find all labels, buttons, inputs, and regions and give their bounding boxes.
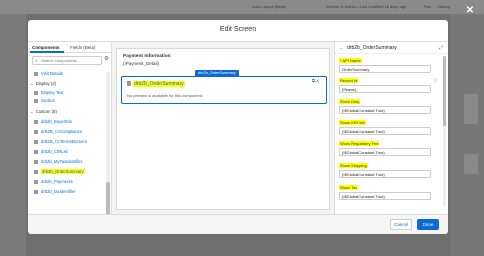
app-right-canvas	[450, 14, 484, 256]
component-label: drb2b_OrderSummary	[41, 169, 85, 174]
show-regulatory-fee-input[interactable]: {!$GlobalConstant.True}	[339, 148, 431, 156]
component-label: Visit Details	[41, 71, 63, 76]
group-custom[interactable]: ⌄ Custom (8)	[30, 109, 57, 115]
properties-panel: ← drb2b_OrderSummary ⤢ * API Name OrderS…	[334, 42, 448, 214]
component-label: drb2b_taxIdentifier	[41, 189, 76, 194]
component-icon	[34, 149, 38, 154]
modal-footer: Cancel Done	[28, 214, 448, 234]
show-tax-input[interactable]: {!$GlobalConstant.True}	[339, 192, 431, 200]
components-panel: Components Fields (Beta) ⌕ Search compon…	[28, 42, 112, 234]
chevron-down-icon: ⌄	[30, 81, 34, 86]
tab-fields[interactable]: Fields (Beta)	[70, 45, 96, 50]
group-label: Custom (8)	[35, 109, 57, 114]
component-label: drb2b_BuyerInfo	[41, 119, 72, 124]
app-toolbar: Auto-Layout (Beta) Version 5: Active—Las…	[0, 0, 484, 14]
component-label: Display Text	[41, 90, 64, 95]
component-label: drb2b_Payments	[41, 179, 73, 184]
component-item[interactable]: drB2B_CcCompliance	[34, 129, 82, 134]
component-icon	[127, 81, 131, 86]
component-item[interactable]: drb2b_CtRList	[34, 149, 68, 154]
component-label: drb2b_MyTaxIdentifier	[41, 159, 83, 164]
panel-tabs: Components Fields (Beta)	[28, 42, 112, 53]
search-input[interactable]: ⌕ Search components...	[32, 56, 102, 65]
selected-component[interactable]: drb2b_OrderSummary ⧉ ✕ No preview is ava…	[121, 76, 327, 104]
flow-element	[464, 154, 478, 174]
field-label-record-id: Record Id	[339, 78, 359, 83]
list-scrollbar[interactable]	[106, 72, 110, 222]
properties-header: ← drb2b_OrderSummary ⤢	[335, 42, 448, 54]
done-button[interactable]: Done	[417, 219, 439, 230]
tab-components[interactable]: Components	[32, 45, 60, 50]
show-duty-input[interactable]: {!$GlobalConstant.True}	[339, 106, 431, 114]
component-item[interactable]: drb2b_BuyerInfo	[34, 119, 72, 124]
component-item[interactable]: drB2B_CcTermsElement	[34, 139, 87, 144]
group-display[interactable]: ⌄ Display (2)	[30, 81, 56, 87]
chevron-down-icon: ⌄	[30, 109, 34, 114]
component-icon	[34, 189, 38, 194]
group-label: Display (2)	[35, 81, 57, 86]
app-left-sidebar	[0, 14, 26, 256]
back-arrow-icon[interactable]: ←	[339, 45, 344, 51]
preview-text: No preview is available for this compone…	[127, 93, 204, 98]
expand-icon[interactable]: ⤢	[439, 45, 443, 51]
component-label: drB2B_CcTermsElement	[41, 139, 87, 144]
run-button[interactable]: Run	[424, 4, 431, 9]
field-label-api-name: * API Name	[339, 58, 362, 63]
field-label-show-regulatory-fee: Show Regulatory Fee	[339, 141, 380, 146]
component-icon	[34, 98, 38, 103]
active-tab-indicator	[30, 51, 64, 53]
component-icon	[34, 71, 38, 76]
properties-scrollbar[interactable]	[443, 56, 446, 206]
component-label: drB2B_CcCompliance	[41, 129, 83, 134]
component-icon	[34, 159, 38, 164]
component-icon	[34, 129, 38, 134]
field-label-show-duty: Show Duty	[339, 99, 361, 104]
edit-screen-modal: Edit Screen Components Fields (Beta) ⌕ S…	[28, 20, 448, 234]
version-status: Version 5: Active—Last modified 16 days …	[326, 4, 407, 9]
section-title: Payment Information	[123, 54, 171, 59]
component-actions-icon[interactable]: ⧉ ✕	[312, 78, 319, 83]
screen-section[interactable]: Payment Information {!Payment_Detail} dr…	[116, 48, 330, 210]
cancel-button[interactable]: Cancel	[390, 219, 412, 230]
field-label-show-tax: Show Tax	[339, 185, 359, 190]
info-icon[interactable]: ⓘ	[433, 78, 438, 84]
debug-button[interactable]: Debug	[438, 4, 450, 9]
properties-title: drb2b_OrderSummary	[347, 45, 397, 51]
component-icon	[34, 90, 38, 95]
close-icon[interactable]: ✕	[465, 6, 475, 16]
modal-header: Edit Screen	[28, 20, 448, 42]
api-name-input[interactable]: OrderSummary	[339, 65, 431, 73]
field-label-show-ior-fee: Show IOR fee	[339, 120, 366, 125]
component-item-display-text[interactable]: Display Text	[34, 90, 64, 95]
show-ior-fee-input[interactable]: {!$GlobalConstant.True}	[339, 127, 431, 135]
flow-element	[464, 94, 478, 124]
component-icon	[34, 119, 38, 124]
show-shipping-input[interactable]: {!$GlobalConstant.True}	[339, 170, 431, 178]
modal-title: Edit Screen	[219, 26, 257, 33]
section-api-name: {!Payment_Detail}	[123, 61, 160, 66]
component-label: drb2b_CtRList	[41, 149, 68, 154]
component-item-visit-details[interactable]: Visit Details	[34, 71, 63, 76]
component-icon	[34, 179, 38, 184]
component-item-order-summary[interactable]: drb2b_OrderSummary	[34, 169, 85, 174]
component-item[interactable]: drb2b_Payments	[34, 179, 73, 184]
search-icon: ⌕	[35, 58, 38, 63]
gear-icon[interactable]: ⚙	[104, 56, 109, 62]
search-placeholder: Search components...	[41, 58, 80, 63]
component-item[interactable]: drb2b_taxIdentifier	[34, 189, 76, 194]
component-name: drb2b_OrderSummary	[133, 81, 185, 87]
screen-canvas: Payment Information {!Payment_Detail} dr…	[112, 42, 334, 214]
record-id-input[interactable]: {!Name}	[339, 85, 431, 93]
component-label: Section	[41, 98, 55, 103]
scroll-thumb[interactable]	[443, 56, 446, 126]
field-label-show-shipping: Show Shipping	[339, 163, 368, 168]
component-item[interactable]: drb2b_MyTaxIdentifier	[34, 159, 82, 164]
component-item-section[interactable]: Section	[34, 98, 55, 103]
scroll-thumb[interactable]	[106, 182, 110, 218]
component-icon	[34, 139, 38, 144]
autolayout-toggle-label[interactable]: Auto-Layout (Beta)	[252, 4, 286, 9]
component-icon	[34, 169, 38, 174]
